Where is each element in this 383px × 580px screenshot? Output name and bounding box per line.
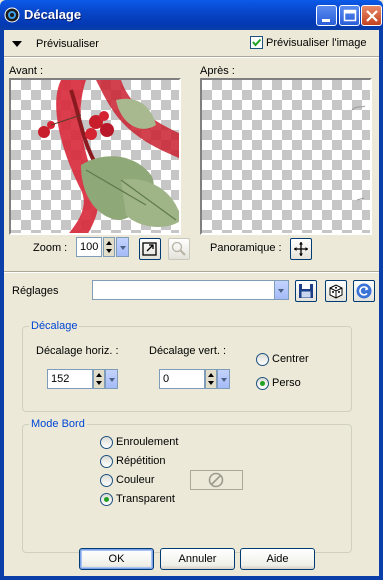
- presets-dropdown-button[interactable]: [274, 280, 289, 300]
- title-bar[interactable]: Décalage: [0, 0, 383, 30]
- floppy-disk-icon: [299, 284, 313, 298]
- window-frame-bottom: [0, 576, 383, 580]
- repeat-radio-label[interactable]: Répétition: [116, 455, 166, 467]
- maximize-button[interactable]: [339, 5, 360, 26]
- vertical-offset-dropdown[interactable]: [217, 369, 230, 389]
- zoom-label: Zoom :: [33, 242, 68, 254]
- help-button[interactable]: Aide: [240, 548, 315, 570]
- wrap-radio-label[interactable]: Enroulement: [116, 436, 178, 448]
- before-preview[interactable]: [9, 78, 181, 235]
- vertical-offset-label: Décalage vert. :: [149, 345, 227, 357]
- no-color-icon: [208, 472, 224, 488]
- move-icon: [294, 242, 308, 256]
- center-radio-label[interactable]: Centrer: [272, 353, 309, 365]
- save-preset-button[interactable]: [295, 280, 317, 302]
- center-radio[interactable]: [256, 353, 269, 366]
- vertical-offset-spinner[interactable]: [205, 369, 217, 389]
- zoom-to-fit-button[interactable]: [139, 238, 161, 260]
- minimize-button[interactable]: [316, 5, 337, 26]
- horizontal-offset-value: 152: [51, 373, 70, 385]
- reset-arrow-icon: [356, 283, 372, 299]
- vertical-offset-input[interactable]: 0: [159, 369, 205, 389]
- randomize-button[interactable]: [325, 280, 347, 302]
- dice-icon: [329, 284, 343, 299]
- wrap-radio[interactable]: [100, 436, 113, 449]
- window-title: Décalage: [24, 7, 82, 22]
- color-swatch[interactable]: [190, 470, 243, 490]
- app-icon[interactable]: [4, 7, 20, 23]
- presets-label: Réglages: [12, 285, 59, 297]
- custom-radio[interactable]: [256, 377, 269, 390]
- resize-icon: [142, 242, 157, 256]
- zoom-value: 100: [80, 241, 99, 253]
- ok-button[interactable]: OK: [79, 548, 154, 570]
- cancel-button[interactable]: Annuler: [160, 548, 235, 570]
- before-label: Avant :: [9, 65, 44, 77]
- pan-button[interactable]: [290, 238, 312, 260]
- pan-label: Panoramique :: [210, 242, 282, 254]
- horizontal-offset-spinner[interactable]: [93, 369, 105, 389]
- holly-artwork-image: [38, 80, 179, 233]
- custom-radio-label[interactable]: Perso: [272, 377, 301, 389]
- after-label: Après :: [200, 65, 235, 77]
- close-button[interactable]: [361, 5, 382, 26]
- horizontal-offset-dropdown[interactable]: [105, 369, 118, 389]
- magnifier-icon: [171, 241, 186, 256]
- offset-group-title: Décalage: [29, 320, 80, 332]
- zoom-input[interactable]: 100: [76, 237, 102, 257]
- edge-mode-group-title: Mode Bord: [29, 418, 87, 430]
- reset-button[interactable]: [353, 280, 375, 302]
- window-frame-right: [379, 30, 383, 580]
- color-radio-label[interactable]: Couleur: [116, 474, 155, 486]
- zoom-spinner[interactable]: [103, 237, 115, 257]
- edge-mode-group: [22, 424, 352, 553]
- preview-toggle-label[interactable]: Prévisualiser: [36, 38, 99, 50]
- color-radio[interactable]: [100, 474, 113, 487]
- preview-image-checkbox[interactable]: [250, 36, 263, 49]
- repeat-radio[interactable]: [100, 455, 113, 468]
- horizontal-offset-input[interactable]: 152: [47, 369, 93, 389]
- dialog-client: Prévisualiser Prévisualiser l'image Avan…: [4, 30, 379, 576]
- offset-artwork-image: [351, 105, 366, 201]
- divider: [4, 56, 379, 58]
- after-preview[interactable]: [200, 78, 372, 235]
- divider: [4, 271, 379, 273]
- vertical-offset-value: 0: [163, 373, 170, 385]
- collapse-arrow-icon[interactable]: [12, 39, 22, 51]
- zoom-tool-button[interactable]: [168, 238, 190, 260]
- transparent-radio-label[interactable]: Transparent: [116, 493, 175, 505]
- preview-image-checkbox-label[interactable]: Prévisualiser l'image: [266, 37, 367, 49]
- presets-select[interactable]: [92, 280, 275, 300]
- horizontal-offset-label: Décalage horiz. :: [36, 345, 119, 357]
- transparent-radio[interactable]: [100, 493, 113, 506]
- zoom-dropdown-button[interactable]: [116, 237, 129, 257]
